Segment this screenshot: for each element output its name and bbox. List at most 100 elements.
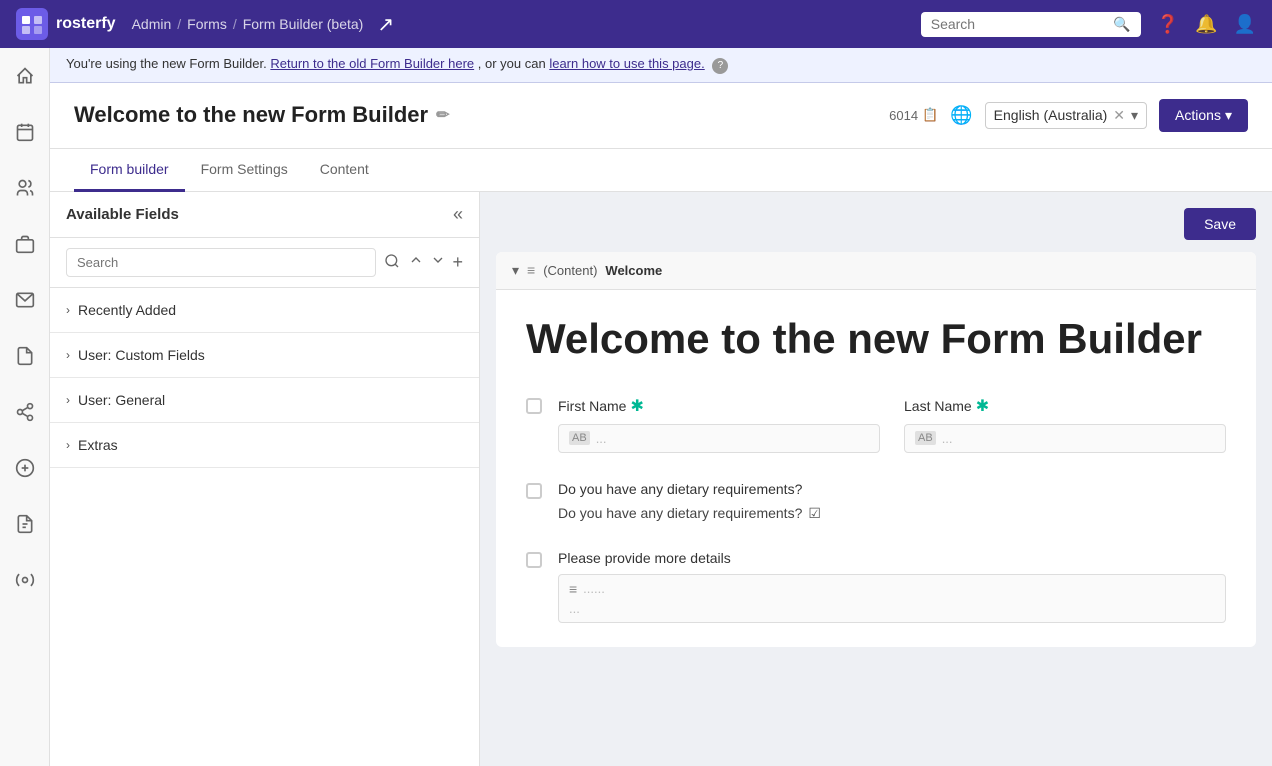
last-name-input-row[interactable]: AB ... xyxy=(904,424,1226,453)
dietary-label-text: Do you have any dietary requirements? xyxy=(558,481,802,497)
user-general-label: User: General xyxy=(78,392,165,408)
save-button[interactable]: Save xyxy=(1184,208,1256,240)
app-body: You're using the new Form Builder. Retur… xyxy=(0,48,1272,766)
logo[interactable]: rosterfy xyxy=(16,8,116,40)
main-content: You're using the new Form Builder. Retur… xyxy=(50,48,1272,766)
actions-button[interactable]: Actions ▾ xyxy=(1159,99,1248,132)
field-search-icon[interactable] xyxy=(384,253,400,272)
sort-down-icon[interactable] xyxy=(430,252,446,273)
breadcrumb-forms[interactable]: Forms xyxy=(187,16,227,32)
details-field: Please provide more details ≡ ...... ... xyxy=(558,550,1226,623)
last-name-placeholder: ... xyxy=(942,431,953,446)
sidebar-item-clipboard[interactable] xyxy=(7,506,43,542)
dietary-row-checkbox[interactable] xyxy=(526,483,542,499)
field-group-extras-header[interactable]: › Extras xyxy=(50,423,479,467)
name-fields-row: First Name ✱ AB ... xyxy=(526,396,1226,481)
field-search-input[interactable] xyxy=(66,248,376,277)
details-icon-row: ≡ ...... xyxy=(569,581,1215,597)
sidebar-item-dollar[interactable] xyxy=(7,450,43,486)
search-box[interactable]: 🔍 xyxy=(921,12,1141,37)
globe-icon[interactable]: 🌐 xyxy=(950,105,972,126)
field-group-extras: › Extras xyxy=(50,423,479,468)
dietary-field: Do you have any dietary requirements? Do… xyxy=(558,481,1226,522)
top-navigation: rosterfy Admin / Forms / Form Builder (b… xyxy=(0,0,1272,48)
section-menu-icon[interactable]: ≡ xyxy=(527,262,535,278)
field-search-controls: + xyxy=(408,252,463,273)
name-row-checkbox[interactable] xyxy=(526,398,542,414)
banner-link-learn[interactable]: learn how to use this page. xyxy=(549,56,704,71)
sidebar-item-briefcase[interactable] xyxy=(7,226,43,262)
tab-form-builder[interactable]: Form builder xyxy=(74,149,185,192)
dietary-check-icon[interactable]: ☑ xyxy=(808,505,821,522)
last-name-type-icon: AB xyxy=(915,431,936,445)
sidebar-item-home[interactable] xyxy=(7,58,43,94)
builder-area: Available Fields « + xyxy=(50,192,1272,766)
dietary-row: Do you have any dietary requirements? Do… xyxy=(526,481,1226,522)
edit-title-icon[interactable]: ✏ xyxy=(436,105,449,125)
panel-collapse-button[interactable]: « xyxy=(453,204,463,225)
banner-text-before: You're using the new Form Builder. xyxy=(66,56,267,71)
panel-header: Available Fields « xyxy=(50,192,479,238)
doc-id: 6014 📋 xyxy=(889,107,938,123)
sidebar-item-document[interactable] xyxy=(7,338,43,374)
bell-icon[interactable]: 🔔 xyxy=(1195,14,1217,35)
banner-link-old[interactable]: Return to the old Form Builder here xyxy=(270,56,474,71)
form-card: ▾ ≡ (Content) Welcome Welcome to the new… xyxy=(496,252,1256,647)
sidebar-item-users[interactable] xyxy=(7,170,43,206)
field-group-user-custom-header[interactable]: › User: Custom Fields xyxy=(50,333,479,377)
banner-help-icon[interactable]: ? xyxy=(712,58,728,74)
first-last-name-row: First Name ✱ AB ... xyxy=(558,396,1226,453)
sidebar-item-share[interactable] xyxy=(7,394,43,430)
doc-copy-icon[interactable]: 📋 xyxy=(922,107,938,123)
first-name-type-icon: AB xyxy=(569,431,590,445)
details-row-checkbox[interactable] xyxy=(526,552,542,568)
sidebar-item-mail[interactable] xyxy=(7,282,43,318)
dietary-label: Do you have any dietary requirements? xyxy=(558,481,1226,497)
sidebar-item-calendar[interactable] xyxy=(7,114,43,150)
doc-id-number: 6014 xyxy=(889,108,918,123)
breadcrumb-admin[interactable]: Admin xyxy=(132,16,172,32)
form-body: Welcome to the new Form Builder First xyxy=(496,290,1256,647)
textarea-placeholder: ... xyxy=(569,601,1215,616)
add-field-icon[interactable]: + xyxy=(452,252,463,273)
language-selector[interactable]: English (Australia) ✕ ▾ xyxy=(985,102,1147,129)
first-name-input-row[interactable]: AB ... xyxy=(558,424,880,453)
lang-chevron-icon[interactable]: ▾ xyxy=(1131,107,1138,124)
last-name-field: Last Name ✱ AB ... xyxy=(904,396,1226,453)
sort-up-icon[interactable] xyxy=(408,252,424,273)
details-textarea-preview[interactable]: ≡ ...... ... xyxy=(558,574,1226,623)
tab-form-settings[interactable]: Form Settings xyxy=(185,149,304,192)
breadcrumb-current[interactable]: Form Builder (beta) xyxy=(243,16,364,32)
field-group-recently-added-header[interactable]: › Recently Added xyxy=(50,288,479,332)
field-search-area: + xyxy=(50,238,479,288)
recently-added-label: Recently Added xyxy=(78,302,176,318)
search-input[interactable] xyxy=(931,16,1108,32)
first-name-field: First Name ✱ AB ... xyxy=(558,396,880,453)
field-group-user-general-header[interactable]: › User: General xyxy=(50,378,479,422)
breadcrumb-sep-2: / xyxy=(233,16,237,32)
cursor-indicator: ↗ xyxy=(377,12,394,37)
first-name-label: First Name ✱ xyxy=(558,396,880,416)
section-content-label: (Content) xyxy=(543,263,597,278)
section-chevron-icon[interactable]: ▾ xyxy=(512,262,519,279)
user-general-chevron: › xyxy=(66,393,70,407)
lang-clear-icon[interactable]: ✕ xyxy=(1113,107,1125,124)
recently-added-chevron: › xyxy=(66,303,70,317)
user-icon[interactable]: 👤 xyxy=(1234,14,1256,35)
breadcrumb-sep-1: / xyxy=(177,16,181,32)
details-label-text: Please provide more details xyxy=(558,550,731,566)
last-name-label-text: Last Name xyxy=(904,398,972,414)
tab-content[interactable]: Content xyxy=(304,149,385,192)
first-name-placeholder: ... xyxy=(596,431,607,446)
details-label: Please provide more details xyxy=(558,550,1226,566)
info-banner: You're using the new Form Builder. Retur… xyxy=(50,48,1272,83)
user-custom-chevron: › xyxy=(66,348,70,362)
field-group-recently-added: › Recently Added xyxy=(50,288,479,333)
textarea-lines-icon: ≡ xyxy=(569,581,577,597)
help-icon[interactable]: ❓ xyxy=(1157,14,1179,35)
logo-icon xyxy=(16,8,48,40)
sidebar-item-settings[interactable] xyxy=(7,562,43,598)
actions-arrow-icon: ▾ xyxy=(1225,107,1232,124)
tabs: Form builder Form Settings Content xyxy=(50,149,1272,192)
textarea-dots: ...... xyxy=(583,581,605,596)
